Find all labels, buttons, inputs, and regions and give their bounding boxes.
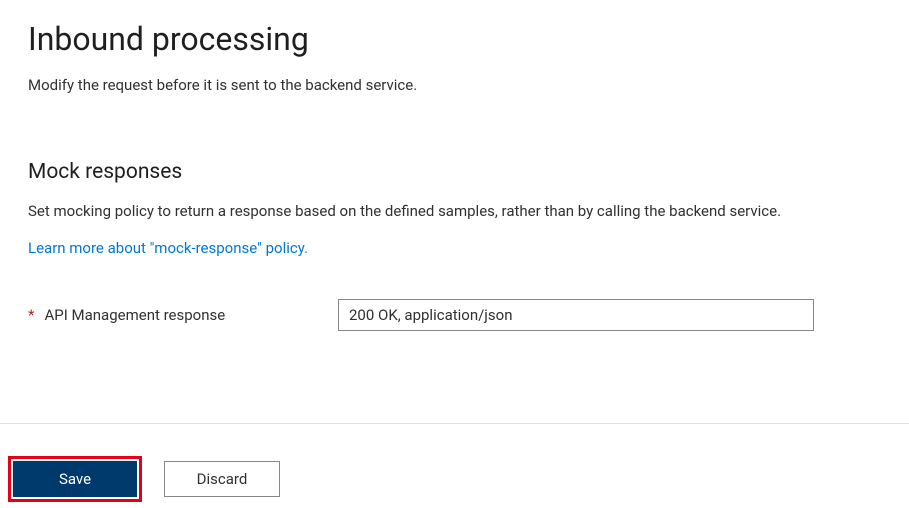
footer-bar: Save Discard (0, 456, 280, 502)
page-subtitle: Modify the request before it is sent to … (28, 76, 881, 94)
api-management-response-input[interactable] (338, 299, 814, 331)
api-management-response-label: API Management response (44, 306, 225, 324)
discard-button[interactable]: Discard (164, 461, 280, 497)
mock-responses-section-title: Mock responses (28, 160, 881, 184)
footer-divider (0, 423, 909, 424)
save-button[interactable]: Save (13, 461, 137, 497)
page-title: Inbound processing (28, 20, 881, 58)
api-management-response-row: * API Management response (28, 299, 881, 331)
learn-more-link[interactable]: Learn more about "mock-response" policy. (28, 239, 308, 257)
mock-responses-description: Set mocking policy to return a response … (28, 202, 881, 220)
form-label-wrap: * API Management response (28, 306, 338, 324)
save-button-highlight: Save (8, 456, 142, 502)
required-asterisk-icon: * (28, 306, 34, 324)
